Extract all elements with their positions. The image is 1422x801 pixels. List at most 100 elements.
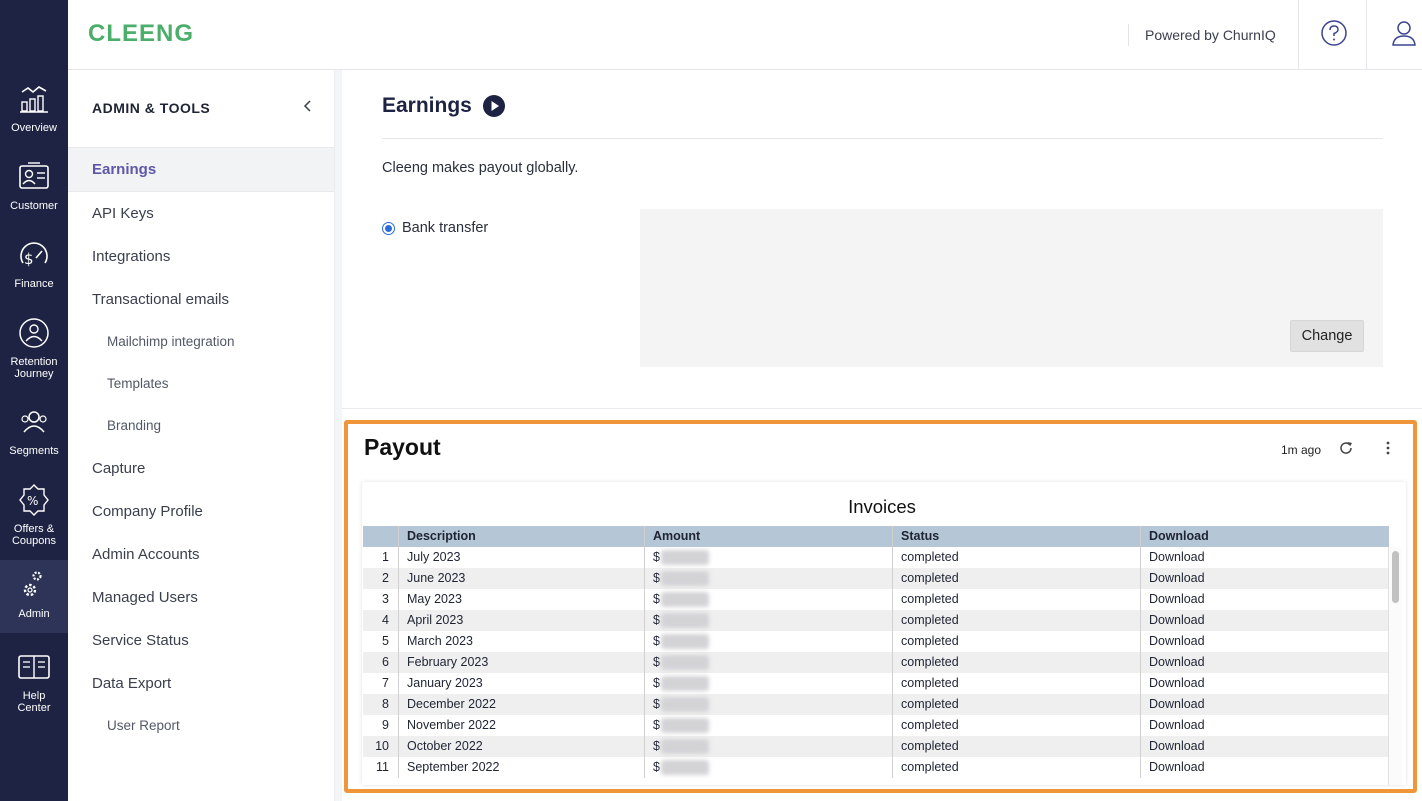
row-index: 4 [363,610,399,631]
row-index: 2 [363,568,399,589]
row-description: July 2023 [399,547,645,568]
book-icon [18,655,50,679]
row-status: completed [893,715,1141,736]
row-amount: $ [645,610,893,631]
more-options-icon[interactable] [1380,440,1396,456]
row-index: 7 [363,673,399,694]
row-amount: $ [645,652,893,673]
redacted-amount [660,760,709,775]
table-row: 1 July 2023 $ completed Download [363,547,1389,568]
rail-item-help[interactable]: Help Center [0,650,68,714]
nav-item-user-report[interactable]: User Report [68,716,334,736]
nav-item-api-keys[interactable]: API Keys [68,204,334,224]
redacted-amount [660,718,709,733]
help-icon[interactable] [1319,18,1349,48]
row-index: 10 [363,736,399,757]
row-description: December 2022 [399,694,645,715]
change-button[interactable]: Change [1290,320,1364,352]
powered-by-text: Powered by ChurnIQ [1128,24,1276,46]
refresh-icon[interactable] [1338,440,1354,456]
redacted-amount [660,676,709,691]
table-row: 3 May 2023 $ completed Download [363,589,1389,610]
radio-button[interactable] [382,221,395,235]
rail-item-finance[interactable]: $ Finance [0,238,68,290]
row-amount: $ [645,736,893,757]
row-download-link[interactable]: Download [1141,610,1389,631]
row-status: completed [893,673,1141,694]
nav-item-capture[interactable]: Capture [68,459,334,479]
row-download-link[interactable]: Download [1141,568,1389,589]
redacted-amount [660,571,709,586]
redacted-amount [660,592,709,607]
currency-symbol: $ [653,718,660,732]
row-status: completed [893,610,1141,631]
row-download-link[interactable]: Download [1141,631,1389,652]
header-description[interactable]: Description [399,526,645,547]
nav-item-branding[interactable]: Branding [68,416,334,436]
row-download-link[interactable]: Download [1141,589,1389,610]
table-row: 2 June 2023 $ completed Download [363,568,1389,589]
header-amount[interactable]: Amount [645,526,893,547]
row-download-link[interactable]: Download [1141,652,1389,673]
nav-item-data-export[interactable]: Data Export [68,674,334,694]
row-download-link[interactable]: Download [1141,547,1389,568]
bank-details-box: Change [640,209,1383,367]
row-download-link[interactable]: Download [1141,736,1389,757]
nav-item-templates[interactable]: Templates [68,374,334,394]
top-header: CLEENG Powered by ChurnIQ [68,0,1422,70]
header-download[interactable]: Download [1141,526,1389,547]
rail-label: Offers & Coupons [11,523,57,547]
subnav-scrollbar[interactable] [334,70,342,801]
table-scrollbar[interactable] [1388,547,1402,785]
row-download-link[interactable]: Download [1141,673,1389,694]
user-icon[interactable] [1389,18,1419,48]
bank-transfer-option[interactable]: Bank transfer [382,220,488,236]
row-description: February 2023 [399,652,645,673]
play-icon[interactable] [482,94,506,118]
nav-item-mailchimp[interactable]: Mailchimp integration [68,332,334,352]
rail-label: Finance [14,278,54,290]
rail-label: Overview [11,122,57,134]
rail-item-overview[interactable]: Overview [0,82,68,134]
section-divider [342,408,1422,409]
rail-item-admin[interactable]: Admin [0,560,68,633]
rail-item-segments[interactable]: Segments [0,405,68,457]
table-header: Description Amount Status Download [363,526,1389,547]
table-row: 9 November 2022 $ completed Download [363,715,1389,736]
nav-item-transactional-emails[interactable]: Transactional emails [68,290,334,310]
offers-icon: % [19,484,49,516]
nav-item-earnings[interactable]: Earnings [68,147,334,192]
nav-item-integrations[interactable]: Integrations [68,247,334,267]
rail-item-customer[interactable]: Customer [0,160,68,212]
page-title: Earnings [382,94,472,117]
svg-text:%: % [27,494,38,508]
currency-symbol: $ [653,739,660,753]
currency-symbol: $ [653,655,660,669]
row-download-link[interactable]: Download [1141,694,1389,715]
currency-symbol: $ [653,760,660,774]
payout-panel: Payout 1m ago Invoices Description Amoun… [344,420,1417,793]
rail-label: Segments [9,445,59,457]
cleeng-logo[interactable]: CLEENG [88,20,194,48]
header-status[interactable]: Status [893,526,1141,547]
nav-item-managed-users[interactable]: Managed Users [68,588,334,608]
row-description: June 2023 [399,568,645,589]
table-row: 6 February 2023 $ completed Download [363,652,1389,673]
payout-title: Payout [364,434,441,460]
row-amount: $ [645,547,893,568]
nav-item-admin-accounts[interactable]: Admin Accounts [68,545,334,565]
header-divider [1366,0,1367,69]
nav-item-company-profile[interactable]: Company Profile [68,502,334,522]
row-description: November 2022 [399,715,645,736]
nav-item-service-status[interactable]: Service Status [68,631,334,651]
row-description: April 2023 [399,610,645,631]
rail-item-retention[interactable]: Retention Journey [0,316,68,380]
rail-item-offers[interactable]: % Offers & Coupons [0,483,68,547]
row-download-link[interactable]: Download [1141,715,1389,736]
redacted-amount [660,739,709,754]
table-row: 11 September 2022 $ completed Download [363,757,1389,778]
row-download-link[interactable]: Download [1141,757,1389,778]
row-status: completed [893,568,1141,589]
chevron-left-icon[interactable] [300,98,316,114]
subnav-heading: ADMIN & TOOLS [92,100,211,116]
